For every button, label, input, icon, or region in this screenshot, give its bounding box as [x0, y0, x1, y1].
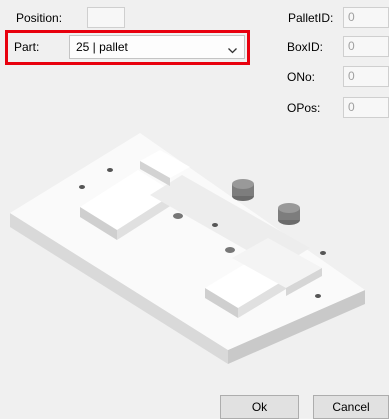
ok-button[interactable]: Ok	[220, 395, 299, 419]
pallet-id-label: PalletID:	[288, 11, 334, 25]
part-highlight-box	[5, 30, 250, 65]
opos-label: OPos:	[287, 101, 321, 115]
box-id-label: BoxID:	[287, 40, 324, 54]
cancel-button[interactable]: Cancel	[313, 395, 389, 419]
ono-label: ONo:	[287, 70, 316, 84]
pallet-id-field[interactable]: 0	[343, 7, 389, 28]
position-label: Position:	[16, 11, 63, 25]
ono-field[interactable]: 0	[343, 66, 389, 87]
opos-field[interactable]: 0	[343, 97, 389, 118]
position-field[interactable]	[87, 7, 125, 28]
pallet-preview-image	[0, 118, 389, 371]
box-id-field[interactable]: 0	[343, 36, 389, 57]
